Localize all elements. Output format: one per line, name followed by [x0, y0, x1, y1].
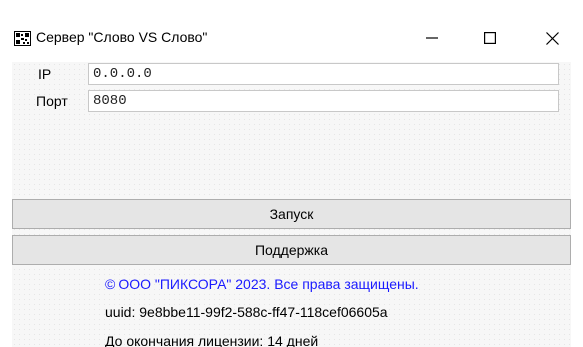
server-window: Сервер "Слово VS Слово" IP Порт — [0, 0, 583, 347]
license-text: До окончания лицензии: 14 дней — [105, 333, 319, 347]
main-panel: IP Порт Запуск Поддержка ©ООО "ПИКСОРА" … — [12, 62, 571, 347]
window-title: Сервер "Слово VS Слово" — [36, 29, 208, 45]
copyright-icon: © — [105, 276, 116, 292]
ip-label: IP — [38, 66, 52, 82]
copyright-link[interactable]: © ООО "ПИКСОРА" 2023. Все права защищены. — [105, 276, 419, 292]
support-button[interactable]: Поддержка — [12, 235, 571, 265]
close-icon — [545, 31, 559, 45]
maximize-button[interactable] — [467, 18, 513, 58]
start-button[interactable]: Запуск — [12, 199, 571, 229]
port-label: Порт — [36, 93, 68, 109]
close-button[interactable] — [529, 18, 575, 58]
ip-row: IP — [12, 62, 571, 88]
qr-app-icon — [14, 31, 31, 46]
minimize-icon — [426, 37, 438, 39]
uuid-text: uuid: 9e8bbe11-99f2-588c-ff47-118cef0660… — [105, 304, 388, 320]
title-bar[interactable]: Сервер "Слово VS Слово" — [0, 12, 583, 62]
copyright-text: ООО "ПИКСОРА" 2023. Все права защищены. — [118, 276, 419, 292]
maximize-icon — [484, 32, 496, 44]
port-row: Порт — [12, 89, 571, 115]
ip-input[interactable] — [88, 63, 559, 85]
port-input[interactable] — [88, 90, 559, 112]
minimize-button[interactable] — [409, 18, 455, 58]
